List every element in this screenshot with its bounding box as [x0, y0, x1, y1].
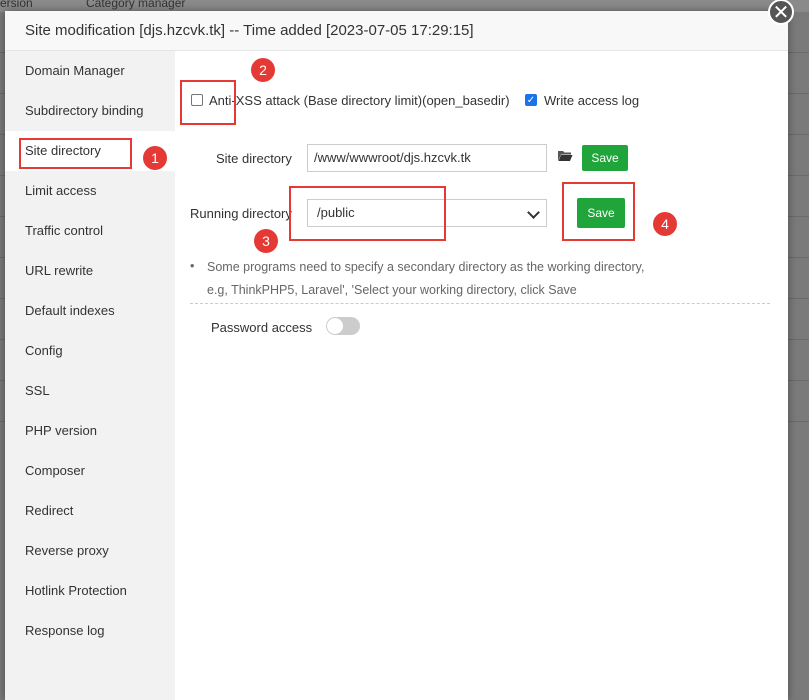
site-directory-save-button[interactable]: Save: [582, 145, 628, 171]
access-log-label: Write access log: [544, 93, 640, 108]
sidebar-item-traffic-control[interactable]: Traffic control: [5, 211, 175, 251]
hint-line-1: Some programs need to specify a secondar…: [207, 260, 645, 274]
site-directory-input[interactable]: /www/wwwroot/djs.hzcvk.tk: [307, 144, 547, 172]
anti-xss-label: Anti-XSS attack (Base directory limit)(o…: [209, 93, 510, 108]
sidebar-item-hotlink-protection[interactable]: Hotlink Protection: [5, 571, 175, 611]
annotation-badge-4: 4: [653, 212, 677, 236]
sidebar-item-domain-manager[interactable]: Domain Manager: [5, 51, 175, 91]
annotation-badge-2: 2: [251, 58, 275, 82]
divider: [190, 303, 770, 304]
sidebar-item-url-rewrite[interactable]: URL rewrite: [5, 251, 175, 291]
running-directory-label: Running directory: [190, 206, 292, 221]
sidebar-item-redirect[interactable]: Redirect: [5, 491, 175, 531]
chevron-down-icon: [527, 206, 540, 219]
password-access-label: Password access: [211, 320, 313, 335]
annotation-box-4: [562, 182, 635, 241]
dialog-title: Site modification [djs.hzcvk.tk] -- Time…: [5, 11, 788, 51]
annotation-box-2: [180, 80, 236, 125]
folder-open-icon[interactable]: [557, 149, 573, 165]
sidebar-item-response-log[interactable]: Response log: [5, 611, 175, 651]
annotation-badge-1: 1: [143, 146, 167, 170]
annotation-box-3: [289, 186, 446, 241]
close-icon[interactable]: ✕: [768, 0, 794, 25]
sidebar-item-subdirectory-binding[interactable]: Subdirectory binding: [5, 91, 175, 131]
site-directory-panel: Anti-XSS attack (Base directory limit)(o…: [175, 51, 788, 700]
sidebar-item-config[interactable]: Config: [5, 331, 175, 371]
site-modification-dialog: Site modification [djs.hzcvk.tk] -- Time…: [5, 11, 788, 700]
sidebar-item-composer[interactable]: Composer: [5, 451, 175, 491]
sidebar-item-php-version[interactable]: PHP version: [5, 411, 175, 451]
backdrop-text: ersion: [0, 0, 33, 10]
site-directory-label: Site directory: [216, 151, 292, 166]
sidebar-item-default-indexes[interactable]: Default indexes: [5, 291, 175, 331]
hint-line-2: e.g, ThinkPHP5, Laravel', 'Select your w…: [207, 283, 577, 297]
access-log-checkbox[interactable]: ✓: [525, 94, 537, 106]
sidebar-item-reverse-proxy[interactable]: Reverse proxy: [5, 531, 175, 571]
annotation-badge-3: 3: [254, 229, 278, 253]
annotation-box-1: [19, 138, 132, 169]
password-access-toggle[interactable]: [326, 317, 360, 335]
sidebar-item-limit-access[interactable]: Limit access: [5, 171, 175, 211]
backdrop-category-dropdown: Category manager: [86, 0, 186, 10]
hint-bullet: •: [190, 259, 195, 273]
sidebar-item-ssl[interactable]: SSL: [5, 371, 175, 411]
